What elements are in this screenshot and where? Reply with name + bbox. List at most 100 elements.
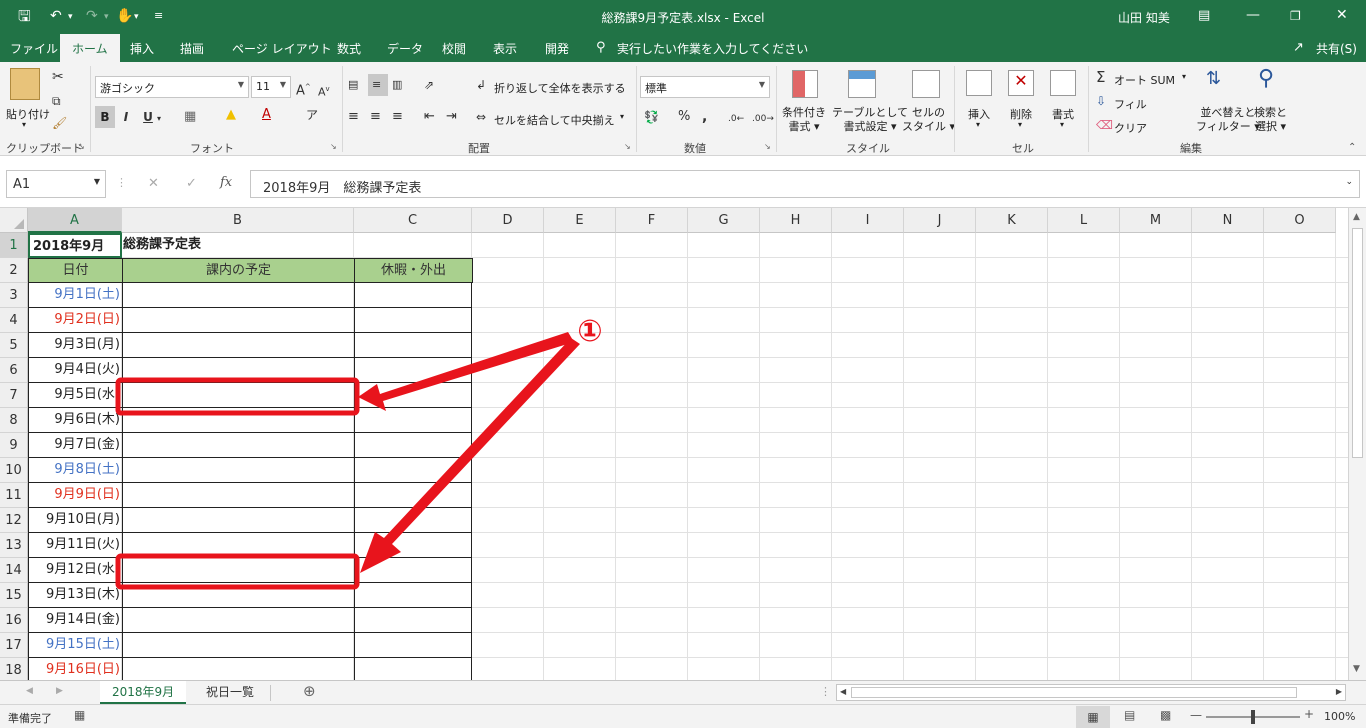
border-icon[interactable]: ▦ <box>184 108 196 126</box>
sheet-tab-active[interactable]: 2018年9月 <box>100 681 187 704</box>
chevron-down-icon[interactable]: ▾ <box>1182 72 1186 81</box>
bold-button[interactable]: B <box>95 106 115 128</box>
minimize-icon[interactable]: — <box>1246 6 1260 24</box>
vertical-scrollbar[interactable]: ▲ ▼ <box>1348 208 1366 680</box>
page-break-view-icon[interactable]: ▩ <box>1160 708 1171 722</box>
align-right-icon[interactable]: ≡ <box>392 108 403 126</box>
tab-file[interactable]: ファイル <box>10 40 58 57</box>
confirm-entry-icon[interactable]: ✓ <box>186 176 197 191</box>
fill-color-icon[interactable]: ▲ <box>226 106 236 124</box>
copy-icon[interactable]: ⧉ <box>52 92 61 110</box>
worksheet-grid[interactable]: ABCDEFGHIJKLMNO 1 2 3 4 5 6 7 8 9 10 11 12 13 14 15 16 1… <box>0 208 1348 680</box>
currency-icon[interactable]: 💱 <box>644 108 659 126</box>
cancel-entry-icon[interactable]: ✕ <box>148 176 159 191</box>
align-bottom-icon[interactable]: ▥ <box>392 76 402 94</box>
formula-input[interactable]: 2018年9月 総務課予定表 ⌄ <box>250 170 1360 198</box>
fill-button[interactable]: フィル <box>1114 96 1147 112</box>
phonetic-icon[interactable]: ア <box>306 106 318 124</box>
decrease-indent-icon[interactable]: ⇤ <box>424 108 435 126</box>
restore-icon[interactable]: ❐ <box>1290 7 1301 25</box>
cell-styles-button[interactable]: セルの スタイル ▾ <box>902 106 955 134</box>
chevron-down-icon[interactable]: ▾ <box>976 120 980 129</box>
tab-developer[interactable]: 開発 <box>545 40 569 57</box>
insert-function-button[interactable]: fx <box>220 175 232 190</box>
increase-indent-icon[interactable]: ⇥ <box>446 108 457 126</box>
hscroll-grip-icon[interactable]: ⋮ <box>820 685 831 698</box>
font-size-combo[interactable]: 11 ▼ <box>251 76 291 98</box>
formula-bar-grip-icon[interactable]: ⋮ <box>116 176 127 189</box>
zoom-slider-thumb[interactable] <box>1251 710 1255 724</box>
comma-button[interactable]: , <box>702 108 707 126</box>
dialog-launcher-icon[interactable]: ↘ <box>624 142 631 151</box>
zoom-out-icon[interactable]: — <box>1190 708 1202 722</box>
tab-data[interactable]: データ <box>387 40 423 57</box>
increase-font-icon[interactable]: A^ <box>296 78 311 100</box>
font-color-icon[interactable]: A <box>262 106 271 124</box>
chevron-down-icon[interactable]: ▾ <box>1018 120 1022 129</box>
merge-dropdown-icon[interactable]: ▾ <box>620 112 624 121</box>
orientation-icon[interactable]: ⇗ <box>424 76 434 94</box>
horizontal-scrollbar[interactable]: ◀ ▶ <box>836 684 1346 701</box>
merge-center-button[interactable]: セルを結合して中央揃え <box>494 112 615 128</box>
tab-formulas[interactable]: 数式 <box>337 40 361 57</box>
paste-button[interactable]: 貼り付け <box>6 106 50 122</box>
tell-me-input[interactable]: 実行したい作業を入力してください <box>617 40 808 57</box>
macro-record-icon[interactable]: ▦ <box>74 708 85 722</box>
new-sheet-icon[interactable]: ⊕ <box>303 682 316 700</box>
next-sheet-icon[interactable]: ▶ <box>56 686 63 696</box>
expand-formula-bar-icon[interactable]: ⌄ <box>1345 177 1353 187</box>
zoom-level[interactable]: 100% <box>1324 710 1355 723</box>
wrap-text-button[interactable]: 折り返して全体を表示する <box>494 80 626 96</box>
percent-button[interactable]: % <box>678 108 690 126</box>
conditional-format-button[interactable]: 条件付き 書式 ▾ <box>782 106 826 134</box>
vertical-scroll-thumb[interactable] <box>1352 228 1363 458</box>
underline-button[interactable]: U <box>142 108 154 126</box>
chevron-down-icon[interactable]: ▼ <box>94 177 100 186</box>
italic-button[interactable]: I <box>120 108 132 126</box>
tab-review[interactable]: 校閲 <box>442 40 466 57</box>
dialog-launcher-icon[interactable]: ↘ <box>330 142 337 151</box>
scroll-up-icon[interactable]: ▲ <box>1353 212 1360 222</box>
sheet-tab-holidays[interactable]: 祝日一覧 <box>194 681 266 704</box>
find-select-button[interactable]: 検索と 選択 ▾ <box>1254 106 1287 134</box>
scroll-left-icon[interactable]: ◀ <box>840 687 846 696</box>
ribbon-display-icon[interactable]: ▤ <box>1198 7 1210 25</box>
horizontal-scroll-thumb[interactable] <box>851 687 1297 698</box>
cut-icon[interactable]: ✂ <box>52 68 64 86</box>
dialog-launcher-icon[interactable]: ↘ <box>764 142 771 151</box>
tab-draw[interactable]: 描画 <box>180 40 204 57</box>
tab-insert[interactable]: 挿入 <box>130 40 154 57</box>
zoom-in-icon[interactable]: + <box>1304 707 1314 721</box>
share-button[interactable]: 共有(S) <box>1316 40 1357 57</box>
close-icon[interactable]: ✕ <box>1336 6 1348 24</box>
user-name[interactable]: 山田 知美 <box>1118 9 1170 26</box>
tab-page-layout[interactable]: ページ レイアウト <box>232 40 332 57</box>
tab-view[interactable]: 表示 <box>493 40 517 57</box>
name-box[interactable]: A1 ▼ <box>6 170 106 198</box>
align-left-icon[interactable]: ≡ <box>348 108 359 126</box>
format-as-table-button[interactable]: テーブルとして 書式設定 ▾ <box>832 106 908 134</box>
font-name-combo[interactable]: 游ゴシック ▼ <box>95 76 249 98</box>
increase-decimal-icon[interactable]: .0← <box>728 110 744 128</box>
align-center-icon[interactable]: ≡ <box>370 108 381 126</box>
decrease-decimal-icon[interactable]: .00→ <box>752 110 774 128</box>
dialog-launcher-icon[interactable]: ↘ <box>78 142 85 151</box>
align-middle-button[interactable]: ≡ <box>368 74 388 96</box>
number-format-combo[interactable]: 標準 ▼ <box>640 76 770 98</box>
align-top-icon[interactable]: ▤ <box>348 76 358 94</box>
format-painter-icon[interactable]: 🖌 <box>52 114 67 132</box>
normal-view-button[interactable]: ▦ <box>1076 706 1110 728</box>
scroll-down-icon[interactable]: ▼ <box>1353 664 1360 674</box>
sort-filter-button[interactable]: 並べ替えと フィルター ▾ <box>1196 106 1260 134</box>
decrease-font-icon[interactable]: Av <box>318 80 330 102</box>
chevron-down-icon[interactable]: ▾ <box>1060 120 1064 129</box>
underline-dropdown-icon[interactable]: ▾ <box>157 110 161 128</box>
scroll-right-icon[interactable]: ▶ <box>1336 687 1342 696</box>
page-layout-view-icon[interactable]: ▤ <box>1124 708 1135 722</box>
prev-sheet-icon[interactable]: ◀ <box>26 686 33 696</box>
collapse-ribbon-icon[interactable]: ⌃ <box>1348 142 1356 153</box>
tab-home[interactable]: ホーム <box>60 34 120 62</box>
clear-button[interactable]: クリア <box>1114 120 1147 136</box>
autosum-button[interactable]: オート SUM <box>1114 72 1175 88</box>
paste-dropdown-icon[interactable]: ▾ <box>22 120 26 129</box>
